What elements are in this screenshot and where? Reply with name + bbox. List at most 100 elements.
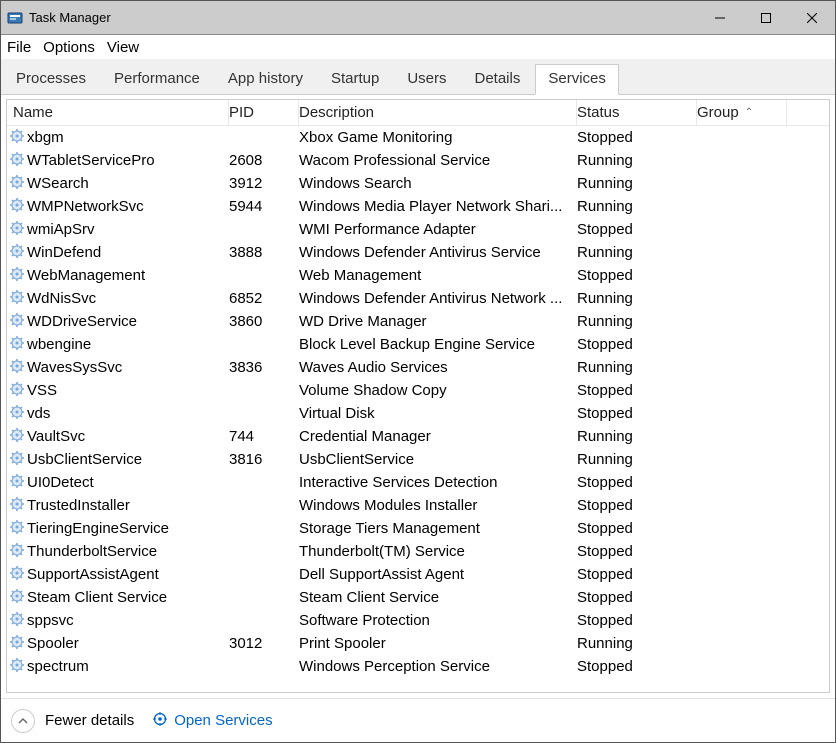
menu-view[interactable]: View: [107, 39, 139, 56]
service-name-cell: WdNisSvc: [27, 290, 96, 307]
service-name-cell: WSearch: [27, 175, 89, 192]
tab-processes[interactable]: Processes: [3, 64, 99, 94]
service-description-cell: Windows Media Player Network Shari...: [299, 198, 577, 215]
table-row[interactable]: TieringEngineServiceStorage Tiers Manage…: [7, 517, 829, 540]
column-header-group[interactable]: Group ⌃: [697, 100, 787, 125]
table-row[interactable]: xbgmXbox Game MonitoringStopped: [7, 126, 829, 149]
table-row[interactable]: ThunderboltServiceThunderbolt(TM) Servic…: [7, 540, 829, 563]
table-row[interactable]: WSearch3912Windows SearchRunning: [7, 172, 829, 195]
titlebar[interactable]: Task Manager: [1, 1, 835, 35]
service-description-cell: Windows Modules Installer: [299, 497, 577, 514]
menubar: File Options View: [1, 35, 835, 59]
service-gear-icon: [9, 450, 25, 470]
table-row[interactable]: wmiApSrvWMI Performance AdapterStopped: [7, 218, 829, 241]
service-description-cell: Xbox Game Monitoring: [299, 129, 577, 146]
sort-ascending-icon: ⌃: [745, 107, 753, 118]
column-header-name[interactable]: Name: [7, 100, 229, 125]
table-row[interactable]: Steam Client ServiceSteam Client Service…: [7, 586, 829, 609]
service-status-cell: Stopped: [577, 382, 697, 399]
service-description-cell: Wacom Professional Service: [299, 152, 577, 169]
service-pid-cell: 3860: [229, 313, 299, 330]
table-row[interactable]: wbengineBlock Level Backup Engine Servic…: [7, 333, 829, 356]
task-manager-window: Task Manager File Options View Processes…: [0, 0, 836, 743]
tab-services[interactable]: Services: [535, 64, 619, 95]
service-gear-icon: [9, 542, 25, 562]
tab-startup[interactable]: Startup: [318, 64, 392, 94]
fewer-details-button[interactable]: Fewer details: [11, 709, 134, 733]
tab-app-history[interactable]: App history: [215, 64, 316, 94]
table-row[interactable]: UI0DetectInteractive Services DetectionS…: [7, 471, 829, 494]
service-pid-cell: 3012: [229, 635, 299, 652]
collapse-arrow-icon: [11, 709, 35, 733]
table-row[interactable]: sppsvcSoftware ProtectionStopped: [7, 609, 829, 632]
table-row[interactable]: WTabletServicePro2608Wacom Professional …: [7, 149, 829, 172]
table-row[interactable]: SupportAssistAgentDell SupportAssist Age…: [7, 563, 829, 586]
service-status-cell: Stopped: [577, 543, 697, 560]
service-description-cell: Interactive Services Detection: [299, 474, 577, 491]
service-description-cell: Volume Shadow Copy: [299, 382, 577, 399]
service-status-cell: Running: [577, 428, 697, 445]
table-row[interactable]: VSSVolume Shadow CopyStopped: [7, 379, 829, 402]
table-row[interactable]: WavesSysSvc3836Waves Audio ServicesRunni…: [7, 356, 829, 379]
service-name-cell: TieringEngineService: [27, 520, 169, 537]
service-gear-icon: [9, 611, 25, 631]
close-button[interactable]: [789, 1, 835, 35]
open-services-link[interactable]: Open Services: [152, 711, 272, 731]
table-row[interactable]: WdNisSvc6852Windows Defender Antivirus N…: [7, 287, 829, 310]
service-name-cell: TrustedInstaller: [27, 497, 130, 514]
service-status-cell: Running: [577, 635, 697, 652]
service-gear-icon: [9, 427, 25, 447]
table-row[interactable]: WMPNetworkSvc5944Windows Media Player Ne…: [7, 195, 829, 218]
service-description-cell: Windows Search: [299, 175, 577, 192]
service-status-cell: Running: [577, 152, 697, 169]
grid-body[interactable]: xbgmXbox Game MonitoringStoppedWTabletSe…: [7, 126, 829, 692]
service-pid-cell: 3912: [229, 175, 299, 192]
menu-file[interactable]: File: [7, 39, 31, 56]
minimize-button[interactable]: [697, 1, 743, 35]
service-description-cell: Windows Perception Service: [299, 658, 577, 675]
service-description-cell: Block Level Backup Engine Service: [299, 336, 577, 353]
window-title: Task Manager: [29, 10, 111, 25]
service-description-cell: Web Management: [299, 267, 577, 284]
service-name-cell: wmiApSrv: [27, 221, 95, 238]
table-row[interactable]: WebManagementWeb ManagementStopped: [7, 264, 829, 287]
service-name-cell: WebManagement: [27, 267, 145, 284]
table-row[interactable]: TrustedInstaller Windows Modules Installe…: [7, 494, 829, 517]
service-status-cell: Running: [577, 451, 697, 468]
service-pid-cell: 744: [229, 428, 299, 445]
service-description-cell: Thunderbolt(TM) Service: [299, 543, 577, 560]
service-gear-icon: [9, 404, 25, 424]
service-name-cell: VaultSvc: [27, 428, 85, 445]
service-name-cell: vds: [27, 405, 50, 422]
table-row[interactable]: spectrumWindows Perception ServiceStoppe…: [7, 655, 829, 678]
column-header-status[interactable]: Status: [577, 100, 697, 125]
tab-details[interactable]: Details: [462, 64, 534, 94]
service-name-cell: sppsvc: [27, 612, 74, 629]
table-row[interactable]: WDDriveService3860WD Drive ManagerRunnin…: [7, 310, 829, 333]
service-status-cell: Running: [577, 244, 697, 261]
service-name-cell: Steam Client Service: [27, 589, 167, 606]
tab-users[interactable]: Users: [394, 64, 459, 94]
open-services-label: Open Services: [174, 712, 272, 729]
column-header-description[interactable]: Description: [299, 100, 577, 125]
service-gear-icon: [9, 335, 25, 355]
service-gear-icon: [9, 358, 25, 378]
menu-options[interactable]: Options: [43, 39, 95, 56]
table-row[interactable]: Spooler3012Print SpoolerRunning: [7, 632, 829, 655]
table-row[interactable]: VaultSvc744Credential ManagerRunning: [7, 425, 829, 448]
service-description-cell: Virtual Disk: [299, 405, 577, 422]
window-controls: [697, 1, 835, 35]
service-description-cell: Windows Defender Antivirus Service: [299, 244, 577, 261]
service-description-cell: Dell SupportAssist Agent: [299, 566, 577, 583]
table-row[interactable]: vdsVirtual DiskStopped: [7, 402, 829, 425]
column-header-pid[interactable]: PID: [229, 100, 299, 125]
service-gear-icon: [9, 243, 25, 263]
table-row[interactable]: UsbClientService3816UsbClientServiceRunn…: [7, 448, 829, 471]
maximize-button[interactable]: [743, 1, 789, 35]
tab-performance[interactable]: Performance: [101, 64, 213, 94]
service-status-cell: Stopped: [577, 589, 697, 606]
table-row[interactable]: WinDefend3888Windows Defender Antivirus …: [7, 241, 829, 264]
close-icon: [807, 13, 817, 23]
service-status-cell: Stopped: [577, 474, 697, 491]
service-description-cell: UsbClientService: [299, 451, 577, 468]
